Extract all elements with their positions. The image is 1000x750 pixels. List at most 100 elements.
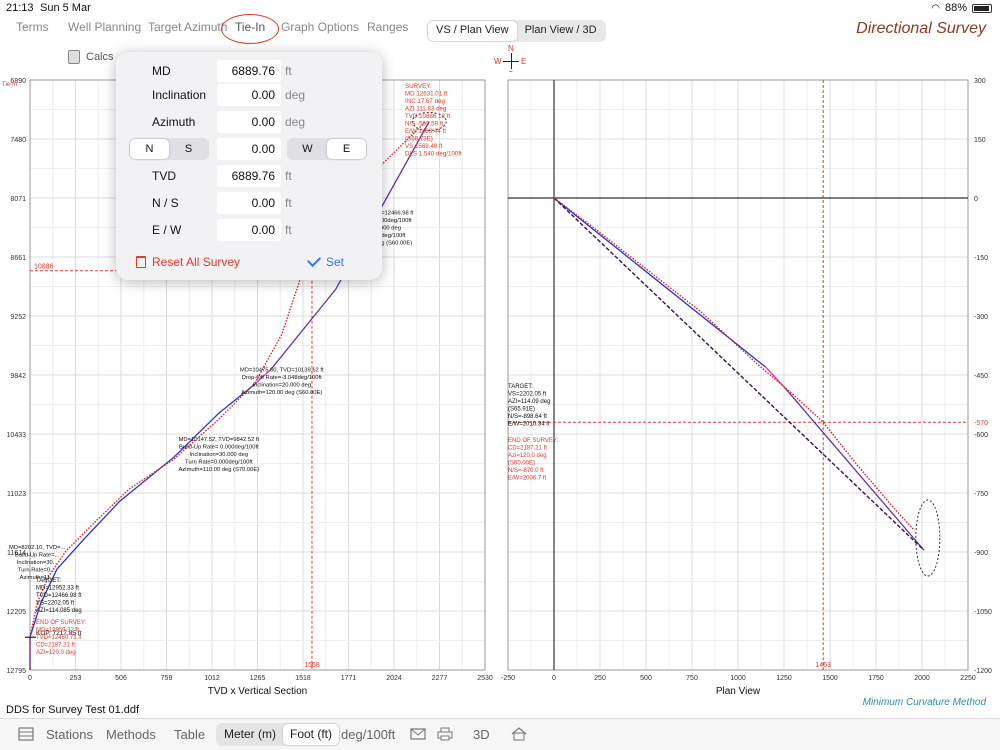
azimuth-unit: deg (285, 115, 306, 129)
tvd-row: TVD ft (116, 165, 382, 189)
x-tick-label: 250 (594, 675, 606, 682)
offset-input[interactable] (217, 138, 281, 160)
methods-button[interactable]: Methods (106, 727, 156, 742)
series-line-2 (783, 386, 925, 551)
chart-title: Plan View (716, 686, 761, 697)
3d-button[interactable]: 3D (473, 727, 490, 742)
end-survey-text: E/W=2006.7 ft (508, 476, 547, 482)
bottom-toolbar: Stations Methods Table Meter (m) Foot (f… (0, 718, 1000, 750)
y-tick-label: -750 (974, 491, 988, 498)
end-survey-ellipse (915, 499, 941, 577)
y-tick-label: 8661 (10, 255, 26, 262)
east-toggle[interactable]: E (327, 139, 366, 159)
end-survey-text: CD=2187.21 ft (36, 643, 75, 649)
end-survey-text: CD=2187.21 ft (508, 446, 547, 452)
survey-readout-text: INC 17.67 deg (405, 98, 445, 105)
plan-view-chart[interactable]: -250 0 250 500 750 1000 1250 1500 1750 2000 225030… (500, 72, 1000, 704)
x-tick-label: -250 (501, 675, 515, 682)
ns-ew-row: N S W E (116, 138, 382, 162)
end-survey-text: (S60.00E) (508, 461, 535, 467)
east-west-row: E / W ft (116, 219, 382, 243)
series-line-4 (553, 197, 916, 531)
annotation-text: Turn Rate=0.000deg/100ft (185, 460, 253, 466)
survey-readout-text: N/S -569.59 ft (405, 121, 443, 128)
inclination-label: Inclination (152, 88, 207, 102)
north-toggle[interactable]: N (130, 139, 169, 159)
azimuth-row: Azimuth deg (116, 111, 382, 135)
x-tick-label: 1518 (295, 675, 311, 682)
x-tick-label: 500 (640, 675, 652, 682)
md-row: MD ft (116, 60, 382, 84)
tab-graph-options[interactable]: Graph Options (281, 20, 359, 34)
y-tick-label: 300 (974, 78, 986, 85)
north-south-input[interactable] (217, 192, 281, 214)
home-icon[interactable] (511, 727, 527, 741)
survey-readout-text: SURVEY: (405, 83, 432, 90)
md-unit: ft (285, 64, 292, 78)
azimuth-label: Azimuth (152, 115, 196, 129)
compass-west: W (494, 57, 502, 66)
stations-icon[interactable] (18, 727, 34, 741)
reset-label: Reset All Survey (152, 255, 241, 269)
end-survey-text: END OF SURVEY: (36, 620, 87, 626)
tab-target-azimuth[interactable]: Target Azimuth (148, 20, 227, 34)
tvd-unit: ft (285, 169, 292, 183)
y-tick-label: 0 (974, 196, 978, 203)
tab-well-planning[interactable]: Well Planning (68, 20, 141, 34)
tvd-input[interactable] (217, 165, 281, 187)
x-tick-label: 1771 (341, 675, 357, 682)
compass-north: N (508, 44, 514, 53)
tie-in-highlight-circle (221, 14, 279, 44)
table-button[interactable]: Table (174, 727, 205, 742)
app-title: Directional Survey (856, 20, 986, 37)
y-tick-label: 11023 (7, 491, 26, 498)
view-toggle: VS / Plan View Plan View / 3D (427, 20, 606, 42)
md-input[interactable] (217, 60, 281, 82)
reset-all-survey-button[interactable]: Reset All Survey (136, 255, 240, 269)
annotation-text: Build-Up Rate= 0.000deg/100ft (179, 445, 259, 451)
vs-plan-view-button[interactable]: VS / Plan View (428, 21, 517, 41)
east-west-input[interactable] (217, 219, 281, 241)
target-text: E/W=2010.34 ft (508, 422, 550, 428)
y-tick-label: -900 (974, 550, 988, 557)
tab-ranges[interactable]: Ranges (367, 20, 408, 34)
ew-toggle: W E (287, 138, 367, 160)
stations-button[interactable]: Stations (46, 727, 93, 742)
inclination-input[interactable] (217, 84, 281, 106)
y-tick-label: -450 (974, 373, 988, 380)
compass-cross-v (511, 53, 512, 69)
annotation-text: Azimuth=110.00 deg (S70.00E) (179, 467, 260, 473)
tie-in-marker: Tie-In (2, 82, 17, 88)
app-root: 21:13 Sun 5 Mar ◠ 88% Terms Well Plannin… (0, 0, 1000, 750)
trash-icon (136, 256, 146, 268)
end-survey-text: Azi=120.0 deg (508, 453, 547, 459)
south-toggle[interactable]: S (169, 139, 208, 159)
west-toggle[interactable]: W (288, 139, 327, 159)
print-icon[interactable] (437, 727, 453, 741)
chart-title: TVD x Vertical Section (208, 686, 307, 697)
x-tick-label: 759 (161, 675, 173, 682)
y-tick-label: 12795 (7, 668, 27, 675)
end-survey-text: N/S=-870.0 ft (508, 468, 544, 474)
set-button[interactable]: Set (306, 252, 344, 269)
rate-unit-button[interactable]: deg/100ft (341, 727, 395, 742)
azimuth-input[interactable] (217, 111, 281, 133)
annotation-text: Build-Up Rate=... (15, 553, 60, 559)
x-tick-label: 1265 (250, 675, 266, 682)
y-tick-label: 12205 (7, 609, 27, 616)
crosshair-y-label: 10886 (34, 264, 54, 271)
tab-terms[interactable]: Terms (16, 20, 49, 34)
crosshair-y-label: -570 (974, 420, 988, 427)
calculation-method: Minimum Curvature Method (862, 697, 986, 708)
calcs-button[interactable]: Calcs (68, 50, 114, 64)
meter-toggle[interactable]: Meter (m) (217, 724, 283, 745)
plan-view-3d-button[interactable]: Plan View / 3D (517, 21, 605, 41)
foot-toggle[interactable]: Foot (ft) (283, 724, 340, 745)
east-west-unit: ft (285, 223, 292, 237)
annotation-text: Drop-Off Rate=-3.048deg/100ft (242, 375, 322, 381)
y-tick-label: -1200 (974, 668, 992, 675)
end-survey-text: MD=12959.32 ft (36, 628, 79, 634)
mail-icon[interactable] (410, 727, 426, 741)
x-tick-label: 2277 (432, 675, 448, 682)
calcs-label: Calcs (86, 51, 114, 63)
